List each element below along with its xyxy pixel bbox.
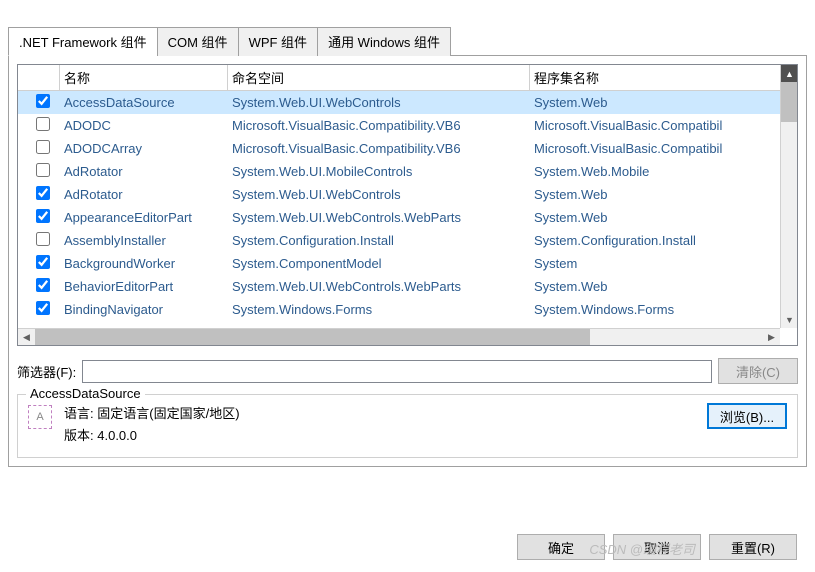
row-checkbox[interactable]	[36, 94, 50, 108]
vertical-scrollbar[interactable]: ▲ ▼	[780, 65, 797, 328]
cell-namespace: System.Configuration.Install	[228, 233, 530, 248]
table-body: AccessDataSourceSystem.Web.UI.WebControl…	[18, 91, 797, 325]
cell-name: BindingNavigator	[60, 302, 228, 317]
dialog-buttons: 确定 取消 重置(R)	[517, 534, 797, 560]
scroll-thumb[interactable]	[35, 329, 590, 345]
component-table: 名称 命名空间 程序集名称 AccessDataSourceSystem.Web…	[17, 64, 798, 346]
cell-namespace: System.Web.UI.WebControls	[228, 187, 530, 202]
table-row[interactable]: BehaviorEditorPartSystem.Web.UI.WebContr…	[18, 275, 797, 298]
cell-assembly: System.Web	[530, 187, 797, 202]
details-text: 语言: 固定语言(固定国家/地区) 版本: 4.0.0.0	[64, 403, 695, 447]
row-checkbox[interactable]	[36, 232, 50, 246]
col-assembly[interactable]: 程序集名称	[530, 65, 797, 90]
cancel-button[interactable]: 取消	[613, 534, 701, 560]
cell-namespace: System.Web.UI.MobileControls	[228, 164, 530, 179]
browse-button[interactable]: 浏览(B)...	[707, 403, 787, 429]
cell-namespace: Microsoft.VisualBasic.Compatibility.VB6	[228, 141, 530, 156]
horizontal-scrollbar[interactable]: ◀ ▶	[18, 328, 780, 345]
lang-label: 语言:	[64, 406, 94, 421]
lang-value: 固定语言(固定国家/地区)	[97, 406, 239, 421]
scroll-thumb[interactable]	[781, 82, 797, 122]
table-row[interactable]: AdRotatorSystem.Web.UI.MobileControlsSys…	[18, 160, 797, 183]
row-checkbox[interactable]	[36, 278, 50, 292]
filter-row: 筛选器(F): 清除(C)	[17, 358, 798, 384]
table-row[interactable]: ADODCArrayMicrosoft.VisualBasic.Compatib…	[18, 137, 797, 160]
cell-namespace: Microsoft.VisualBasic.Compatibility.VB6	[228, 118, 530, 133]
cell-assembly: System.Web.Mobile	[530, 164, 797, 179]
scroll-up-icon[interactable]: ▲	[781, 65, 798, 82]
scroll-right-icon[interactable]: ▶	[763, 329, 780, 346]
details-group: AccessDataSource A 语言: 固定语言(固定国家/地区) 版本:…	[17, 394, 798, 458]
col-name[interactable]: 名称	[60, 65, 228, 90]
table-row[interactable]: ADODCMicrosoft.VisualBasic.Compatibility…	[18, 114, 797, 137]
col-namespace[interactable]: 命名空间	[228, 65, 530, 90]
ok-button[interactable]: 确定	[517, 534, 605, 560]
cell-namespace: System.ComponentModel	[228, 256, 530, 271]
cell-namespace: System.Web.UI.WebControls.WebParts	[228, 279, 530, 294]
tab[interactable]: .NET Framework 组件	[8, 27, 158, 56]
clear-button[interactable]: 清除(C)	[718, 358, 798, 384]
table-row[interactable]: BindingNavigatorSystem.Windows.FormsSyst…	[18, 298, 797, 321]
col-check[interactable]	[18, 65, 60, 90]
cell-namespace: System.Web.UI.WebControls.WebParts	[228, 210, 530, 225]
cell-name: AdRotator	[60, 164, 228, 179]
tab[interactable]: WPF 组件	[238, 27, 319, 56]
cell-assembly: System.Web	[530, 279, 797, 294]
cell-assembly: System.Configuration.Install	[530, 233, 797, 248]
filter-input[interactable]	[82, 360, 712, 383]
cell-assembly: System	[530, 256, 797, 271]
cell-name: BackgroundWorker	[60, 256, 228, 271]
cell-namespace: System.Windows.Forms	[228, 302, 530, 317]
cell-assembly: System.Web	[530, 210, 797, 225]
table-row[interactable]: AppearanceEditorPartSystem.Web.UI.WebCon…	[18, 206, 797, 229]
details-title: AccessDataSource	[26, 386, 145, 401]
row-checkbox[interactable]	[36, 209, 50, 223]
cell-name: AdRotator	[60, 187, 228, 202]
row-checkbox[interactable]	[36, 255, 50, 269]
row-checkbox[interactable]	[36, 163, 50, 177]
cell-name: AccessDataSource	[60, 95, 228, 110]
table-row[interactable]: AccessDataSourceSystem.Web.UI.WebControl…	[18, 91, 797, 114]
row-checkbox[interactable]	[36, 301, 50, 315]
scroll-left-icon[interactable]: ◀	[18, 329, 35, 346]
scroll-down-icon[interactable]: ▼	[781, 311, 798, 328]
cell-name: BehaviorEditorPart	[60, 279, 228, 294]
cell-namespace: System.Web.UI.WebControls	[228, 95, 530, 110]
tab[interactable]: COM 组件	[157, 27, 239, 56]
cell-assembly: System.Windows.Forms	[530, 302, 797, 317]
reset-button[interactable]: 重置(R)	[709, 534, 797, 560]
row-checkbox[interactable]	[36, 117, 50, 131]
component-icon: A	[28, 405, 52, 429]
tab[interactable]: 通用 Windows 组件	[317, 27, 451, 56]
cell-name: AppearanceEditorPart	[60, 210, 228, 225]
cell-name: ADODCArray	[60, 141, 228, 156]
cell-assembly: Microsoft.VisualBasic.Compatibil	[530, 141, 797, 156]
ver-label: 版本:	[64, 428, 94, 443]
cell-assembly: System.Web	[530, 95, 797, 110]
table-row[interactable]: BackgroundWorkerSystem.ComponentModelSys…	[18, 252, 797, 275]
row-checkbox[interactable]	[36, 140, 50, 154]
cell-name: ADODC	[60, 118, 228, 133]
row-checkbox[interactable]	[36, 186, 50, 200]
tab-strip: .NET Framework 组件COM 组件WPF 组件通用 Windows …	[8, 26, 807, 56]
cell-name: AssemblyInstaller	[60, 233, 228, 248]
tab-panel: 名称 命名空间 程序集名称 AccessDataSourceSystem.Web…	[8, 56, 807, 467]
table-header: 名称 命名空间 程序集名称	[18, 65, 797, 91]
ver-value: 4.0.0.0	[97, 428, 137, 443]
table-row[interactable]: AssemblyInstallerSystem.Configuration.In…	[18, 229, 797, 252]
table-row[interactable]: AdRotatorSystem.Web.UI.WebControlsSystem…	[18, 183, 797, 206]
filter-label: 筛选器(F):	[17, 362, 76, 381]
cell-assembly: Microsoft.VisualBasic.Compatibil	[530, 118, 797, 133]
